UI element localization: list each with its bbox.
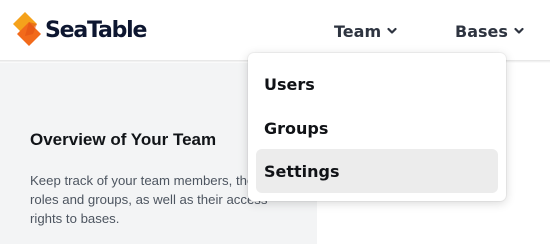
top-navbar: SeaTable Team Bases (0, 0, 550, 60)
logo[interactable]: SeaTable (12, 10, 147, 50)
overview-description: Keep track of your team members, their r… (30, 173, 268, 226)
logo-text: SeaTable (45, 17, 147, 43)
nav-team-label: Team (334, 21, 382, 41)
overview-title: Overview of Your Team (30, 130, 217, 149)
nav-bases-menu[interactable]: Bases (455, 18, 524, 44)
menu-item-settings[interactable]: Settings (256, 149, 498, 193)
team-dropdown-menu: Users Groups Settings (248, 53, 506, 201)
menu-item-groups-label: Groups (264, 118, 329, 138)
nav-bases-label: Bases (455, 21, 508, 41)
chevron-down-icon (387, 27, 397, 34)
chevron-down-icon (514, 27, 524, 34)
page: SeaTable Team Bases Overview of Your Tea… (0, 0, 550, 244)
menu-item-groups[interactable]: Groups (256, 106, 498, 150)
seatable-logo-icon (13, 12, 41, 46)
menu-item-users-label: Users (264, 74, 315, 94)
nav-team-menu[interactable]: Team (334, 18, 397, 44)
menu-item-users[interactable]: Users (256, 62, 498, 106)
menu-item-settings-label: Settings (264, 161, 340, 181)
